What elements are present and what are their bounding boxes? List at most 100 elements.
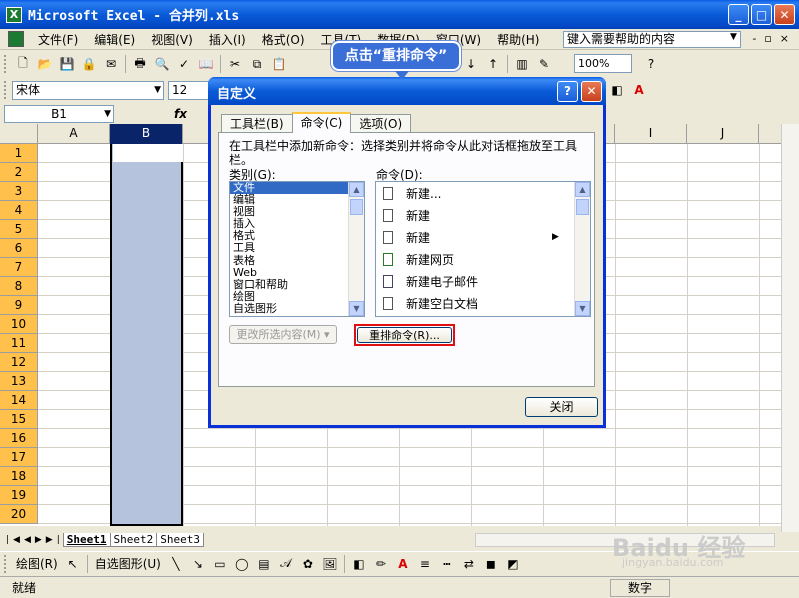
menu-help[interactable]: 帮助(H) (489, 31, 547, 48)
row-header[interactable]: 17 (0, 448, 38, 467)
close-button[interactable]: 关闭 (525, 397, 598, 417)
rearrange-commands-button[interactable]: 重排命令(R)... (357, 327, 452, 343)
row-header[interactable]: 19 (0, 486, 38, 505)
clipart-icon[interactable]: ✿ (299, 555, 317, 573)
zoom-select[interactable]: 100% (574, 54, 632, 73)
font-color-icon[interactable]: A (394, 555, 412, 573)
copy-icon[interactable]: ⧉ (248, 55, 266, 73)
dash-style-icon[interactable]: ┅ (438, 555, 456, 573)
sheet-tab[interactable]: Sheet2 (109, 533, 158, 547)
fill-color-icon[interactable]: ◧ (608, 81, 626, 99)
list-item[interactable]: 新建... (376, 182, 590, 204)
scroll-down-icon[interactable]: ▼ (575, 301, 590, 316)
minimize-button[interactable]: _ (728, 4, 749, 25)
row-header[interactable]: 12 (0, 353, 38, 372)
name-box[interactable]: B1 ▼ (4, 105, 114, 123)
tab-commands[interactable]: 命令(C) (291, 112, 352, 133)
permission-icon[interactable]: 🔒 (80, 55, 98, 73)
chevron-down-icon[interactable]: ▼ (730, 32, 737, 42)
list-item[interactable]: 新建 ▶ (376, 226, 590, 248)
row-header[interactable]: 16 (0, 429, 38, 448)
dialog-close-button[interactable]: ✕ (581, 81, 602, 102)
selected-column-b[interactable] (110, 144, 183, 526)
fill-color-icon[interactable]: ◧ (350, 555, 368, 573)
scroll-thumb[interactable] (576, 199, 589, 215)
scroll-thumb[interactable] (350, 199, 363, 215)
line-color-icon[interactable]: ✏ (372, 555, 390, 573)
list-item[interactable]: 新建空白文档 (376, 292, 590, 314)
sheet-tab[interactable]: Sheet1 (62, 533, 111, 547)
dialog-help-button[interactable]: ? (557, 81, 578, 102)
help-search-input[interactable]: 键入需要帮助的内容 (563, 31, 741, 48)
commands-scrollbar[interactable]: ▲ ▼ (574, 182, 590, 316)
font-color-icon[interactable]: A (630, 81, 648, 99)
menu-file[interactable]: 文件(F) (30, 31, 86, 48)
row-header[interactable]: 3 (0, 182, 38, 201)
toolbar-grip[interactable] (4, 554, 8, 573)
categories-list[interactable]: 文件 编辑 视图 插入 格式 工具 表格 Web 窗口和帮助 绘图 自选图形 ▲… (229, 181, 365, 317)
save-icon[interactable]: 💾 (58, 55, 76, 73)
row-header[interactable]: 7 (0, 258, 38, 277)
row-header[interactable]: 14 (0, 391, 38, 410)
open-folder-icon[interactable]: 📂 (36, 55, 54, 73)
function-icon[interactable]: fx (174, 107, 187, 121)
arrow-icon[interactable]: ↘ (189, 555, 207, 573)
tab-toolbars[interactable]: 工具栏(B) (221, 114, 293, 133)
sheet-tab[interactable]: Sheet3 (156, 533, 204, 547)
3d-icon[interactable]: ◩ (504, 555, 522, 573)
chart-wizard-icon[interactable]: ▥ (513, 55, 531, 73)
menu-format[interactable]: 格式(O) (254, 31, 313, 48)
shadow-icon[interactable]: ◼ (482, 555, 500, 573)
row-header[interactable]: 13 (0, 372, 38, 391)
mdi-restore-button[interactable]: ▫ (764, 32, 771, 45)
new-file-icon[interactable]: 🗋 (14, 55, 32, 73)
draw-menu-button[interactable]: 绘图(R) (12, 555, 62, 572)
row-header[interactable]: 2 (0, 163, 38, 182)
line-icon[interactable]: ╲ (167, 555, 185, 573)
paste-icon[interactable]: 📋 (270, 55, 288, 73)
chevron-down-icon[interactable]: ▼ (154, 82, 161, 99)
spelling-icon[interactable]: ✓ (175, 55, 193, 73)
arrow-style-icon[interactable]: ⇄ (460, 555, 478, 573)
autoshapes-button[interactable]: 自选图形(U) (91, 555, 165, 572)
list-item[interactable]: 新建电子邮件 (376, 270, 590, 292)
mdi-minimize-button[interactable]: - (752, 32, 756, 45)
vertical-scrollbar[interactable] (781, 124, 799, 532)
menu-view[interactable]: 视图(V) (143, 31, 201, 48)
close-window-button[interactable]: ✕ (774, 4, 795, 25)
scroll-down-icon[interactable]: ▼ (349, 301, 364, 316)
scroll-up-icon[interactable]: ▲ (575, 182, 590, 197)
maximize-button[interactable]: □ (751, 4, 772, 25)
research-icon[interactable]: 📖 (197, 55, 215, 73)
row-header[interactable]: 9 (0, 296, 38, 315)
row-header[interactable]: 15 (0, 410, 38, 429)
sort-ascending-icon[interactable]: ↓ (462, 55, 480, 73)
menu-edit[interactable]: 编辑(E) (86, 31, 143, 48)
list-item[interactable]: 工具 (230, 242, 364, 254)
rectangle-icon[interactable]: ▭ (211, 555, 229, 573)
toolbar-grip[interactable] (4, 81, 8, 99)
modify-selection-button[interactable]: 更改所选内容(M) ▾ (229, 325, 337, 344)
mdi-close-button[interactable]: × (780, 32, 789, 45)
column-header[interactable]: B (110, 124, 183, 144)
column-header[interactable]: A (38, 124, 110, 144)
active-cell-b1[interactable] (113, 144, 183, 162)
row-header[interactable]: 18 (0, 467, 38, 486)
list-item[interactable]: 表格 (230, 254, 364, 267)
cut-icon[interactable]: ✂ (226, 55, 244, 73)
column-header[interactable]: I (615, 124, 687, 144)
row-header[interactable]: 20 (0, 505, 38, 524)
workbook-icon[interactable] (8, 31, 24, 47)
row-header[interactable]: 1 (0, 144, 38, 163)
row-header[interactable]: 5 (0, 220, 38, 239)
list-item[interactable]: Web (230, 266, 364, 279)
picture-icon[interactable]: 🖼 (321, 555, 339, 573)
help-icon[interactable]: ? (642, 55, 660, 73)
toolbar-grip[interactable] (4, 55, 8, 73)
row-header[interactable]: 6 (0, 239, 38, 258)
row-header[interactable]: 8 (0, 277, 38, 296)
row-header[interactable]: 11 (0, 334, 38, 353)
line-style-icon[interactable]: ≡ (416, 555, 434, 573)
sheet-nav-arrows[interactable]: |◀◀▶▶| (6, 535, 64, 545)
drawing-icon[interactable]: ✎ (535, 55, 553, 73)
